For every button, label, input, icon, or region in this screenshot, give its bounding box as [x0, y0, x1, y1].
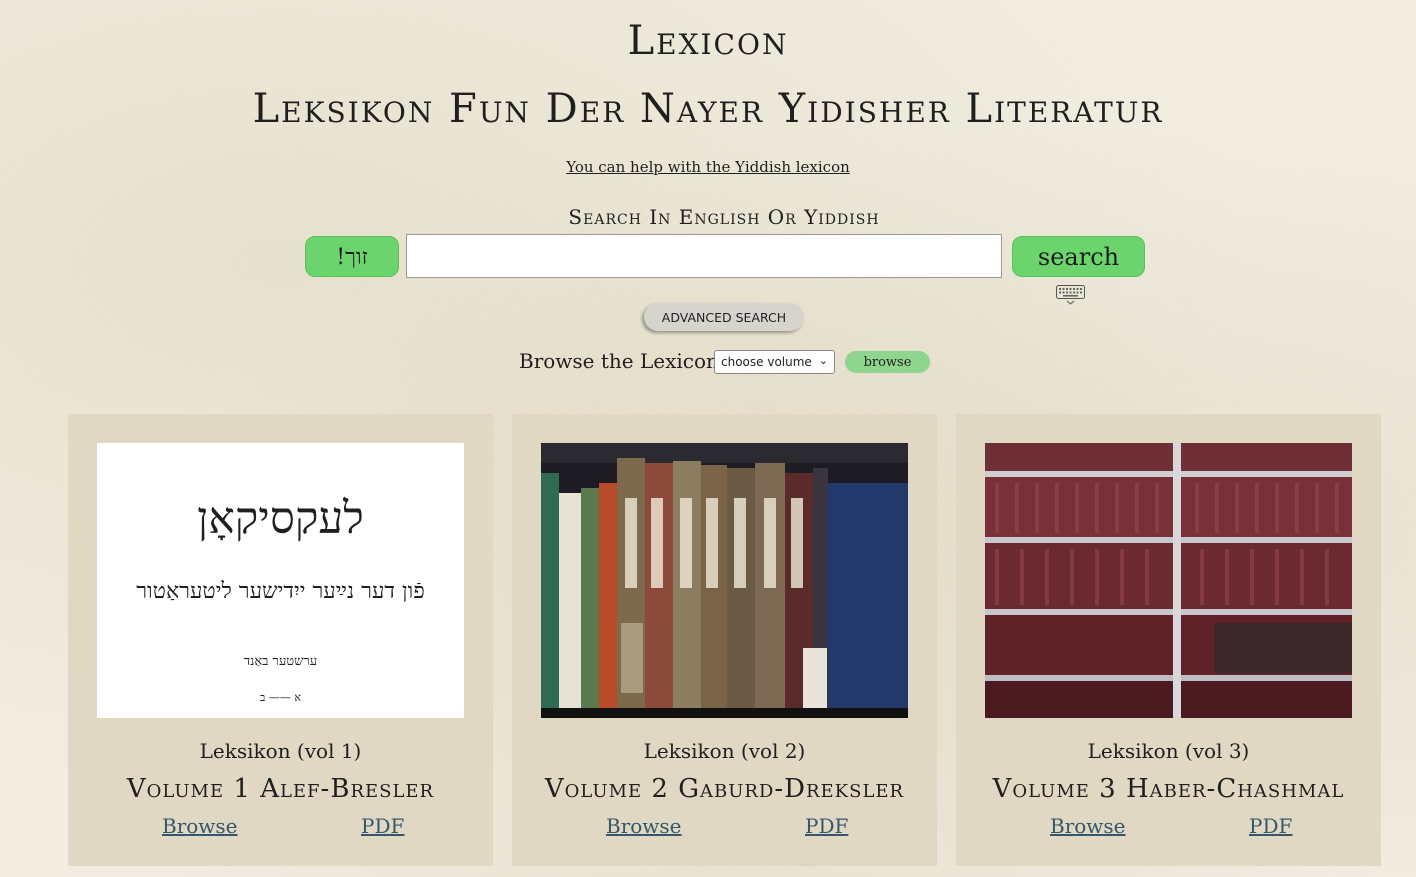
cover-band: ערשטער באַנד: [243, 654, 318, 669]
help-link[interactable]: You can help with the Yiddish lexicon: [566, 158, 850, 176]
browse-label: Browse the Lexicon:: [519, 349, 726, 373]
volume-pdf-link[interactable]: PDF: [1249, 814, 1292, 838]
volume-2-books-image[interactable]: [541, 443, 908, 718]
cover-subtitle: פֿון דער נײַער ייִדישער ליטעראַטור: [136, 579, 425, 604]
cover-range: א —— ב: [260, 691, 301, 704]
site-subtitle: Leksikon Fun Der Nayer Yidisher Literatu…: [252, 86, 1164, 132]
search-button[interactable]: search: [1012, 236, 1145, 277]
volume-card-1: לעקסיקאָן פֿון דער נײַער ייִדישער ליטערא…: [68, 414, 493, 866]
help-link-wrap: You can help with the Yiddish lexicon: [0, 158, 1416, 176]
volume-browse-link[interactable]: Browse: [1050, 814, 1126, 838]
volume-browse-link[interactable]: Browse: [606, 814, 682, 838]
volume-caption: Leksikon (vol 1): [199, 739, 362, 763]
cover-title: לעקסיקאָן: [197, 493, 364, 544]
volume-caption: Leksikon (vol 3): [1087, 739, 1250, 763]
books-photo: [541, 443, 908, 718]
volume-select[interactable]: choose volume ⌄: [714, 350, 835, 374]
volume-caption: Leksikon (vol 2): [643, 739, 806, 763]
volume-card-2: Leksikon (vol 2) Volume 2 Gaburd-Dreksle…: [512, 414, 937, 866]
site-title: Lexicon: [627, 18, 789, 64]
volume-title: Volume 1 Alef-Bresler: [126, 774, 435, 804]
volume-3-shelves-image[interactable]: [985, 443, 1352, 718]
search-label: Search In English Or Yiddish: [568, 205, 880, 229]
volume-title: Volume 2 Gaburd-Dreksler: [544, 774, 905, 804]
chevron-down-icon: ⌄: [818, 354, 828, 367]
volume-1-cover-image[interactable]: לעקסיקאָן פֿון דער נײַער ייִדישער ליטערא…: [97, 443, 464, 718]
browse-button[interactable]: browse: [845, 351, 930, 373]
advanced-search-button[interactable]: ADVANCED SEARCH: [644, 303, 804, 331]
volume-pdf-link[interactable]: PDF: [361, 814, 404, 838]
volume-pdf-link[interactable]: PDF: [805, 814, 848, 838]
volume-title: Volume 3 Haber-Chashmal: [992, 774, 1345, 804]
shelves-photo: [985, 443, 1352, 718]
volume-select-value: choose volume: [721, 355, 812, 369]
search-input[interactable]: [406, 234, 1002, 278]
keyboard-icon[interactable]: [1056, 285, 1085, 305]
yiddish-search-button[interactable]: זוך!: [305, 236, 399, 277]
volume-browse-link[interactable]: Browse: [162, 814, 238, 838]
volume-card-3: Leksikon (vol 3) Volume 3 Haber-Chashmal…: [956, 414, 1381, 866]
